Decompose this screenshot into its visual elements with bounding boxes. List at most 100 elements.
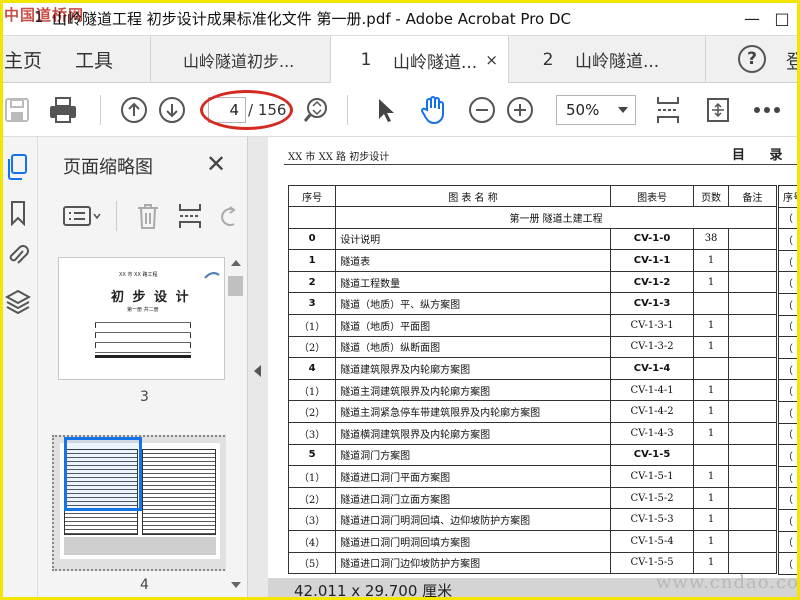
row-name: 隧道洞门方案图 [335,443,611,467]
table-row: 3 隧道（地质）平、纵方案图 CV-1-3 [287,292,778,315]
table-header-row: 序号 图 表 名 称 图表号 页数 备注 [287,185,778,207]
zoom-search-icon[interactable] [301,95,331,125]
row-number: 1 [287,249,337,272]
row-pages: 1 [693,465,729,488]
sign-in-label[interactable]: 登 [786,47,800,74]
row-note [727,357,778,380]
right-column-cell: （ [778,465,800,489]
table-row: （1） 隧道（地质）平面图 CV-1-3-1 1 [287,313,778,337]
attachment-icon[interactable] [4,241,32,269]
row-note [727,400,778,423]
tab-document-1[interactable]: 1 山岭隧道... × [330,36,508,84]
page-layout-icon[interactable] [653,95,683,125]
maximize-button[interactable]: □ [768,6,796,30]
row-code: CV-1-1 [609,249,695,272]
table-row: 4 隧道建筑限界及内轮廓方案图 CV-1-4 [287,357,778,380]
panel-collapse-strip[interactable] [248,137,268,600]
minimize-button[interactable]: — [738,6,766,30]
tab-home[interactable]: 主页 [4,46,42,73]
row-code: CV-1-0 [609,227,695,251]
document-view[interactable]: XX 市 XX 路 初步设计 目 录 序号 图 表 名 称 图表号 页数 备注 … [268,137,800,600]
right-column-cell: （ [778,530,800,554]
row-note [727,378,778,402]
chevron-down-icon [618,107,628,113]
layers-icon[interactable] [4,287,32,315]
table-row: 1 隧道表 CV-1-1 1 [287,249,778,272]
page-thumbnails-icon[interactable] [4,153,32,181]
close-icon[interactable]: ✕ [206,150,226,178]
thumbnail-options-icon[interactable] [62,201,102,231]
save-icon[interactable] [2,95,32,125]
zoom-in-icon[interactable] [505,95,535,125]
row-number: 0 [287,227,337,251]
row-code: CV-1-3-1 [609,313,695,337]
row-name: 隧道（地质）平、纵方案图 [335,292,611,315]
more-tools-icon[interactable] [752,95,782,125]
tab-document-1-label: 山岭隧道... [393,52,478,73]
viewport-indicator[interactable] [64,437,142,511]
tab-document-1-number: 1 [360,50,372,70]
scrollbar-thumb[interactable] [228,276,243,296]
scroll-down-icon[interactable] [231,582,241,588]
right-column-header: 序号 [778,185,800,208]
tab-document-2[interactable]: 2 山岭隧道... [508,36,706,83]
page-number-input[interactable] [208,97,246,123]
row-pages: 1 [693,421,729,445]
row-note [727,529,778,553]
row-name: 隧道建筑限界及内轮廓方案图 [335,357,611,380]
row-number: （2） [287,335,337,359]
tab-close-icon[interactable]: × [485,51,498,69]
row-pages: 1 [693,335,729,359]
right-column-cell: （ [778,357,800,381]
select-cursor-icon[interactable] [370,95,400,125]
table-row: （1） 隧道主洞建筑限界及内轮廓方案图 CV-1-4-1 1 [287,378,778,402]
zoom-level-select[interactable]: 50% [556,95,636,125]
insert-page-icon[interactable] [176,201,204,231]
thumbnail-page-number: 3 [140,389,149,405]
previous-page-icon[interactable] [119,95,149,125]
thumbnail-page-4[interactable] [52,435,228,571]
thumbnails-scrollbar[interactable] [226,254,245,594]
row-number: （3） [287,421,337,445]
table-row: （5） 隧道进口洞门边仰坡防护方案图 CV-1-5-5 1 [287,551,778,575]
rotate-page-icon[interactable] [218,201,240,231]
row-note [727,443,778,467]
row-note [727,551,778,575]
pdf-page: XX 市 XX 路 初步设计 目 录 序号 图 表 名 称 图表号 页数 备注 … [268,137,800,600]
collapse-panel-icon[interactable] [254,365,261,377]
thumbnail-page-3[interactable]: XX 市 XX 路工程 初 步 设 计 第一册 共二册 [58,257,225,380]
rotate-view-icon[interactable] [703,95,733,125]
right-column-cell: （ [778,444,800,467]
print-icon[interactable] [48,95,78,125]
bookmark-icon[interactable] [4,199,32,227]
row-pages: 1 [693,529,729,553]
row-code: CV-1-2 [609,270,695,294]
table-row: （3） 隧道进口洞门明洞回填、边仰坡防护方案图 CV-1-5-3 1 [287,508,778,531]
hand-tool-icon[interactable] [418,95,448,125]
section-title: 第一册 隧道土建工程 [335,206,777,229]
row-code: CV-1-5-3 [609,508,695,531]
column-header-no: 序号 [287,185,337,207]
row-name: 隧道进口洞门明洞回填方案图 [335,529,611,553]
right-column-cell: （ [778,336,800,359]
next-page-icon[interactable] [157,95,187,125]
right-column-cell: （ [778,271,800,294]
tab-document-0[interactable]: 山岭隧道初步... [150,36,330,83]
scroll-up-icon[interactable] [231,260,241,266]
tab-tools[interactable]: 工具 [75,46,113,73]
thumbnails-panel: 页面缩略图 ✕ XX 市 XX 路工程 初 步 设 计 第一册 共二册 3 4 [38,137,248,600]
right-column-cell: （ [778,314,800,338]
row-note [727,227,778,251]
toolbar-divider [347,95,348,125]
document-header-left: XX 市 XX 路 初步设计 [288,152,390,163]
window-number: 1 [34,8,44,26]
table-row: （2） 隧道主洞紧急停车带建筑限界及内轮廓方案图 CV-1-4-2 1 [287,400,778,423]
row-pages: 38 [693,227,729,251]
delete-page-icon[interactable] [134,201,162,231]
help-icon[interactable]: ? [738,45,766,73]
title-bar: 中国道桥网 1 山岭隧道工程 初步设计成果标准化文件 第一册.pdf - Ado… [0,0,800,36]
zoom-out-icon[interactable] [467,95,497,125]
row-note [727,335,778,359]
header-rule [284,164,800,165]
row-code: CV-1-4-3 [609,421,695,445]
